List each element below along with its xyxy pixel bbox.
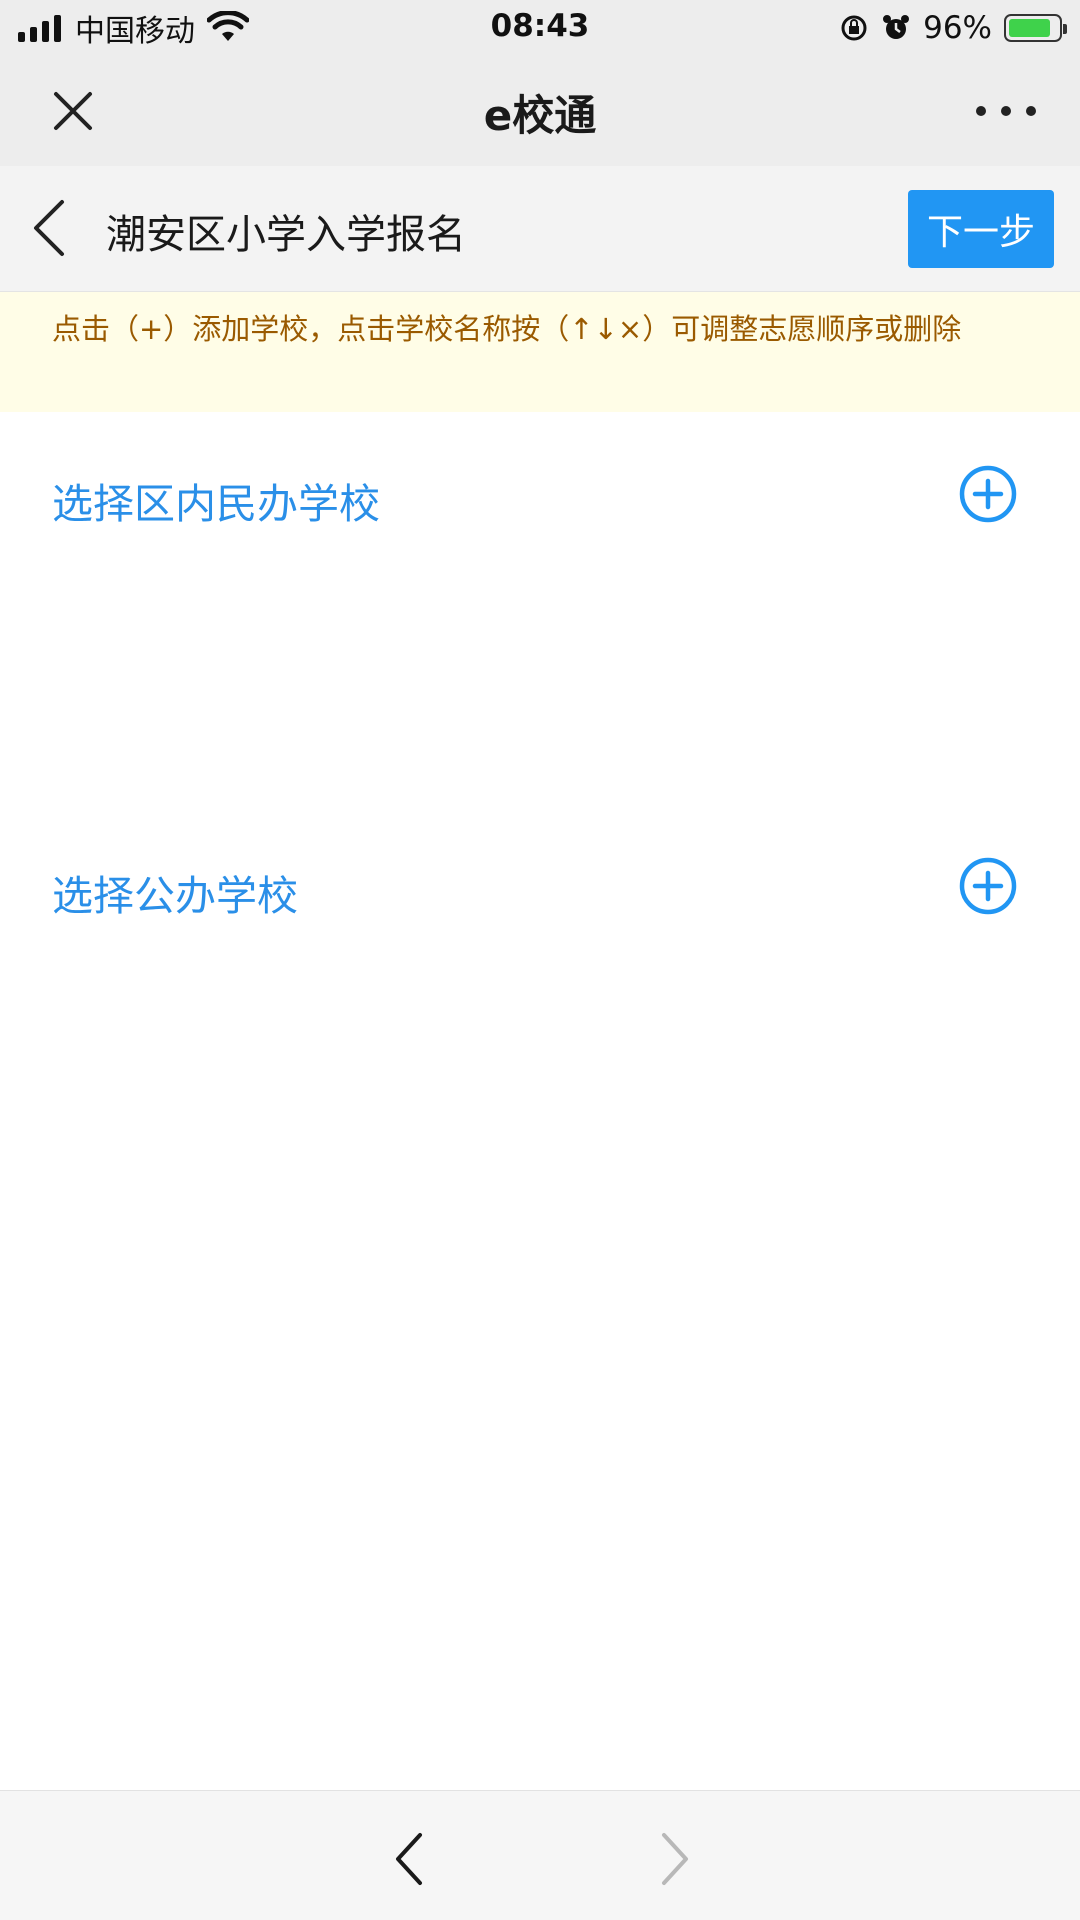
- more-icon[interactable]: [976, 86, 1036, 136]
- add-public-school-button[interactable]: [958, 856, 1018, 916]
- page-title: 潮安区小学入学报名: [106, 212, 466, 258]
- back-button[interactable]: [30, 198, 70, 258]
- section-label-private[interactable]: 选择区内民办学校: [52, 470, 380, 530]
- section-label-public[interactable]: 选择公办学校: [52, 862, 298, 922]
- title-bar: e校通: [0, 56, 1080, 166]
- status-right: 96%: [839, 8, 1067, 48]
- nav-forward-icon[interactable]: [654, 1831, 694, 1887]
- nav-back-icon[interactable]: [390, 1831, 430, 1887]
- status-bar: 中国移动 08:43 96%: [0, 0, 1080, 56]
- app-title: e校通: [483, 91, 597, 140]
- notice-text: 点击（+）添加学校，点击学校名称按（↑↓×）可调整志愿顺序或删除: [52, 312, 962, 346]
- bottom-toolbar: [0, 1790, 1080, 1920]
- add-private-school-button[interactable]: [958, 464, 1018, 524]
- section-private-schools: 选择区内民办学校: [0, 446, 1080, 546]
- next-step-button[interactable]: 下一步: [908, 190, 1054, 268]
- alarm-icon: [883, 15, 910, 39]
- section-public-schools: 选择公办学校: [0, 838, 1080, 938]
- page-header: 潮安区小学入学报名 下一步: [0, 166, 1080, 292]
- battery-percentage: 96%: [923, 10, 992, 46]
- orientation-lock-icon: [841, 15, 867, 41]
- battery-icon: [1004, 14, 1067, 42]
- notice-banner: 点击（+）添加学校，点击学校名称按（↑↓×）可调整志愿顺序或删除: [0, 292, 1080, 412]
